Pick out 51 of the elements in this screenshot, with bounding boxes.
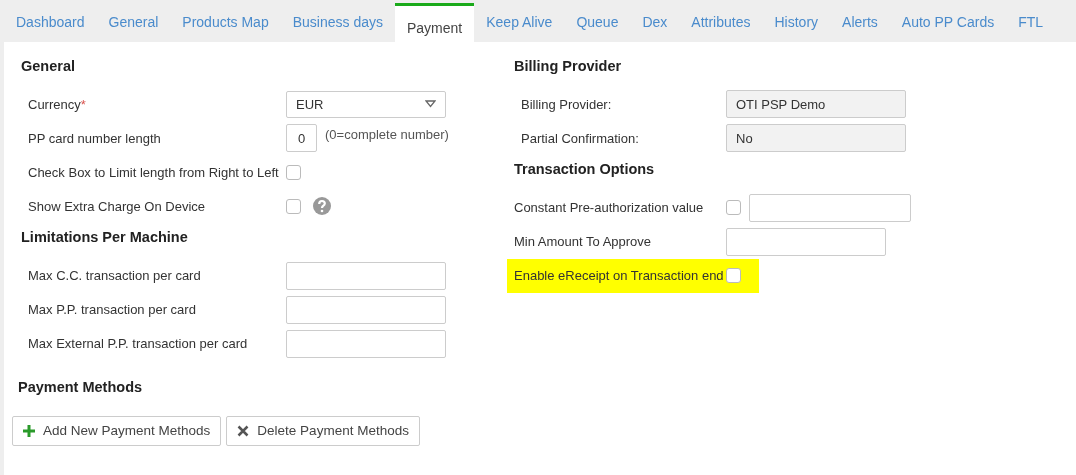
tab[interactable]: General (96, 0, 171, 42)
tab[interactable]: Business days (280, 0, 395, 42)
help-icon[interactable] (313, 197, 331, 216)
hint-text: (0=complete number) (325, 126, 449, 145)
field-label: Max P.P. transaction per card (28, 302, 196, 318)
field-label: Max External P.P. transaction per card (28, 336, 248, 352)
readonly-field: OTI PSP Demo (726, 90, 906, 119)
field-label: Check Box to Limit length from Right to Left (28, 164, 279, 180)
section-heading: Limitations Per Machine (21, 229, 189, 247)
field-label: Constant Pre-authorization value (514, 200, 704, 216)
number-field[interactable]: 0 (286, 124, 317, 153)
required-mark: * (80, 96, 86, 112)
tab[interactable]: Attributes (679, 0, 763, 42)
section-heading: General (21, 58, 76, 76)
section-heading: Payment Methods (18, 377, 144, 397)
tab[interactable]: Auto PP Cards (889, 0, 1007, 42)
text-field[interactable] (286, 295, 446, 324)
tab[interactable]: FTL (1006, 0, 1056, 42)
close-icon (237, 425, 250, 438)
field-label: Min Amount To Approve (514, 234, 652, 250)
tab[interactable]: Payment (394, 3, 475, 42)
readonly-field: No (726, 124, 906, 153)
field-label: Max C.C. transaction per card (28, 268, 201, 284)
field-label: Partial Confirmation: (521, 130, 639, 146)
plus-icon (23, 425, 35, 438)
delete-button[interactable]: Delete Payment Methods (226, 416, 420, 447)
text-field[interactable] (286, 261, 446, 290)
caret-icon (425, 100, 436, 109)
field-label: Show Extra Charge On Device (28, 198, 206, 214)
field-label: Billing Provider: (521, 96, 612, 112)
add-button[interactable]: Add New Payment Methods (12, 416, 222, 447)
field-label: Currency (28, 96, 81, 112)
tab[interactable]: Keep Alive (474, 0, 565, 42)
text-field[interactable] (749, 193, 911, 222)
field-label: PP card number length (28, 130, 161, 146)
checkbox[interactable] (286, 164, 301, 180)
tab[interactable]: Products Map (170, 0, 281, 42)
field-label: Enable eReceipt on Transaction end (514, 268, 724, 284)
checkbox[interactable] (726, 200, 741, 216)
tab[interactable]: Dex (630, 0, 680, 42)
tab[interactable]: Dashboard (4, 0, 97, 42)
currency-select[interactable]: EUR (286, 90, 446, 118)
tab[interactable]: Alerts (830, 0, 890, 42)
section-heading: Billing Provider (514, 58, 623, 76)
section-heading: Transaction Options (514, 161, 656, 179)
tab[interactable]: Queue (564, 0, 631, 42)
checkbox[interactable] (725, 268, 741, 284)
text-field[interactable] (726, 227, 886, 256)
text-field[interactable] (286, 329, 446, 358)
tab[interactable]: History (762, 0, 831, 42)
checkbox[interactable] (286, 198, 301, 214)
